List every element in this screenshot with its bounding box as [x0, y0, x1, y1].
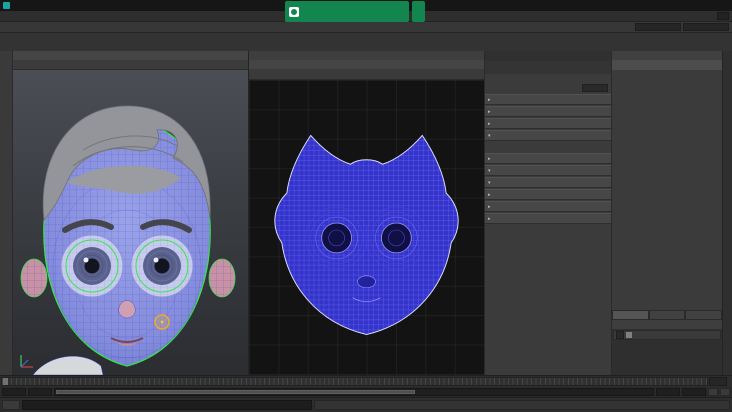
tab-display[interactable]	[612, 310, 649, 320]
uv-editor-menu-bar	[249, 60, 484, 69]
command-line-bar	[0, 397, 732, 412]
uv-editor-title	[249, 51, 484, 60]
chevron-right-icon: ▸	[488, 120, 491, 127]
tool-box	[0, 51, 13, 375]
uv-shell[interactable]	[249, 80, 484, 375]
layer-visibility-toggle[interactable]	[616, 331, 624, 339]
section-unfold[interactable]: ▾	[485, 177, 611, 188]
viewport-canvas[interactable]	[13, 70, 248, 375]
component-mode-row	[485, 61, 611, 74]
timeline-labels	[2, 378, 707, 385]
view-axis-gizmo	[20, 355, 33, 368]
tab-render[interactable]	[648, 310, 686, 320]
section-create[interactable]: ▸	[485, 153, 611, 164]
sidebar-icon-strip	[722, 51, 732, 375]
animation-preferences-icon[interactable]	[720, 388, 730, 396]
chevron-down-icon: ▾	[488, 132, 491, 139]
recorder-expand-button[interactable]	[412, 1, 425, 22]
command-input[interactable]	[22, 400, 312, 410]
shelf	[0, 33, 732, 51]
section-pinning[interactable]: ▸	[485, 94, 611, 105]
chevron-right-icon: ▸	[488, 215, 491, 222]
recorder-notification[interactable]	[285, 1, 409, 22]
playback-end-field[interactable]	[656, 388, 680, 396]
status-line	[0, 21, 732, 33]
section-uv-sets[interactable]: ▸	[485, 213, 611, 224]
uv-toolkit-panel: ▸ ▸ ▸ ▾ ▸ ▾ ▾ ▸ ▸ ▸	[484, 51, 611, 375]
layer-color-swatch[interactable]	[626, 332, 632, 338]
workspace-selector[interactable]	[717, 12, 729, 20]
chevron-right-icon: ▸	[488, 203, 491, 210]
layer-editor-tabs	[612, 310, 722, 320]
timeline-track[interactable]	[1, 377, 708, 386]
layers-list	[612, 329, 722, 375]
selected-object-name[interactable]	[612, 60, 722, 70]
selection-info	[485, 74, 611, 83]
chevron-down-icon: ▾	[488, 167, 491, 174]
section-transform[interactable]: ▾	[485, 130, 611, 141]
tab-anim[interactable]	[685, 310, 722, 320]
symmetry-dropdown[interactable]	[582, 84, 608, 92]
chevron-right-icon: ▸	[488, 108, 491, 115]
shapes-header	[612, 70, 722, 79]
range-slider-bar[interactable]	[56, 390, 415, 394]
uv-editor-toolbar	[249, 69, 484, 80]
time-slider	[0, 375, 732, 387]
section-cut-and-sew[interactable]: ▾	[485, 165, 611, 176]
maya-logo-icon	[3, 2, 10, 9]
layer-row[interactable]	[613, 330, 721, 340]
texel-density-label	[485, 141, 611, 150]
uv-canvas[interactable]	[249, 80, 484, 375]
chevron-right-icon: ▸	[488, 96, 491, 103]
help-line	[314, 400, 730, 410]
viewport-toolbar	[13, 60, 248, 70]
quick-selection-field[interactable]	[635, 23, 681, 31]
channel-box-panel	[611, 51, 722, 375]
auto-keyframe-icon[interactable]	[708, 388, 718, 396]
manipulator-gizmo	[154, 314, 170, 330]
chevron-right-icon: ▸	[488, 155, 491, 162]
playback-start-field[interactable]	[28, 388, 52, 396]
chevron-right-icon: ▸	[488, 191, 491, 198]
section-soft-selection[interactable]: ▸	[485, 118, 611, 129]
maya-application-window: ▸ ▸ ▸ ▾ ▸ ▾ ▾ ▸ ▸ ▸	[0, 0, 732, 412]
character-head-model[interactable]	[13, 70, 248, 375]
quick-rename-field[interactable]	[683, 23, 729, 31]
section-select-by-type[interactable]: ▸	[485, 106, 611, 117]
viewport-menu-bar	[13, 51, 248, 60]
channel-box-menu-bar	[612, 51, 722, 60]
section-align-and-snap[interactable]: ▸	[485, 189, 611, 200]
uv-editor-panel	[248, 51, 484, 375]
section-arrange-and-layout[interactable]: ▸	[485, 201, 611, 212]
layer-editor-menu-bar	[612, 320, 722, 329]
animation-start-field[interactable]	[2, 388, 26, 396]
chevron-down-icon: ▾	[488, 179, 491, 186]
recorder-app-icon	[289, 6, 299, 17]
animation-end-field[interactable]	[682, 388, 706, 396]
range-slider-track[interactable]	[54, 388, 654, 396]
range-slider	[0, 387, 732, 397]
perspective-viewport-panel	[13, 51, 248, 375]
command-language-toggle[interactable]	[2, 400, 20, 410]
current-frame-field[interactable]	[709, 377, 727, 386]
playback-controls	[728, 376, 732, 387]
